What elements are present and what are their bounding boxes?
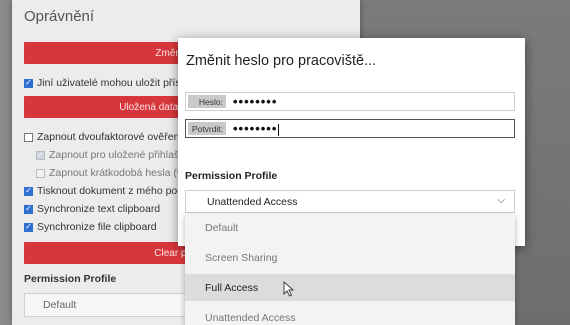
two-factor-short-label: Zapnout krátkodobá hesla (vzd bbox=[49, 167, 194, 179]
print-document-row[interactable]: ✓ Tisknout dokument z mého počítač bbox=[24, 185, 199, 197]
permission-profile-heading: Permission Profile bbox=[24, 273, 117, 285]
two-factor-label: Zapnout dvoufaktorové ověření bbox=[37, 131, 183, 143]
checkbox-checked-icon[interactable]: ✓ bbox=[24, 78, 33, 88]
dialog-permission-profile-heading: Permission Profile bbox=[185, 170, 278, 182]
sync-text-clipboard-label: Synchronize text clipboard bbox=[37, 203, 161, 215]
option-default[interactable]: Default bbox=[185, 214, 515, 241]
print-document-label: Tisknout dokument z mého počítač bbox=[37, 185, 200, 197]
two-factor-short-row: Zapnout krátkodobá hesla (vzd bbox=[36, 167, 193, 179]
password-label: Heslo: bbox=[188, 95, 226, 108]
checkbox-disabled-checked-icon: ✓ bbox=[36, 150, 45, 160]
checkbox-checked-icon[interactable]: ✓ bbox=[24, 204, 33, 214]
chevron-down-icon: ⌵ bbox=[497, 195, 505, 206]
option-full-access[interactable]: Full Access bbox=[185, 274, 515, 301]
sync-text-clipboard-row[interactable]: ✓ Synchronize text clipboard bbox=[24, 203, 160, 215]
two-factor-row[interactable]: Zapnout dvoufaktorové ověření bbox=[24, 131, 182, 143]
sync-file-clipboard-row[interactable]: ✓ Synchronize file clipboard bbox=[24, 221, 157, 233]
checkbox-unchecked-icon[interactable] bbox=[24, 132, 33, 142]
confirm-value: •••••••• bbox=[233, 121, 280, 136]
sync-file-clipboard-label: Synchronize file clipboard bbox=[37, 221, 157, 233]
two-factor-saved-label: Zapnout pro uložené přihlašov bbox=[49, 149, 191, 161]
selected-profile: Unattended Access bbox=[207, 195, 298, 208]
two-factor-saved-row: ✓ Zapnout pro uložené přihlašov bbox=[36, 149, 190, 161]
checkbox-checked-icon[interactable]: ✓ bbox=[24, 222, 33, 232]
option-screen-sharing[interactable]: Screen Sharing bbox=[185, 244, 515, 271]
text-caret bbox=[278, 123, 280, 136]
dialog-title: Změnit heslo pro pracoviště... bbox=[186, 53, 377, 69]
allow-save-access-label: Jiní uživatelé mohou uložit přístup bbox=[37, 77, 196, 89]
confirm-label: Potvrdit: bbox=[188, 122, 226, 135]
confirm-password-field[interactable]: Potvrdit: •••••••• bbox=[185, 119, 515, 138]
checkbox-disabled-unchecked-icon bbox=[36, 168, 45, 178]
password-field[interactable]: Heslo: •••••••• bbox=[185, 92, 515, 111]
allow-save-access-row[interactable]: ✓ Jiní uživatelé mohou uložit přístup bbox=[24, 77, 195, 89]
permission-profile-dropdown[interactable]: Unattended Access ⌵ bbox=[185, 190, 515, 213]
panel-title: Oprávnění bbox=[24, 8, 95, 25]
password-value: •••••••• bbox=[233, 94, 278, 109]
option-unattended-access[interactable]: Unattended Access bbox=[185, 304, 515, 325]
mouse-pointer-icon bbox=[283, 281, 295, 297]
profile-options-list: Default Screen Sharing Full Access Unatt… bbox=[185, 214, 515, 325]
checkbox-checked-icon[interactable]: ✓ bbox=[24, 186, 33, 196]
